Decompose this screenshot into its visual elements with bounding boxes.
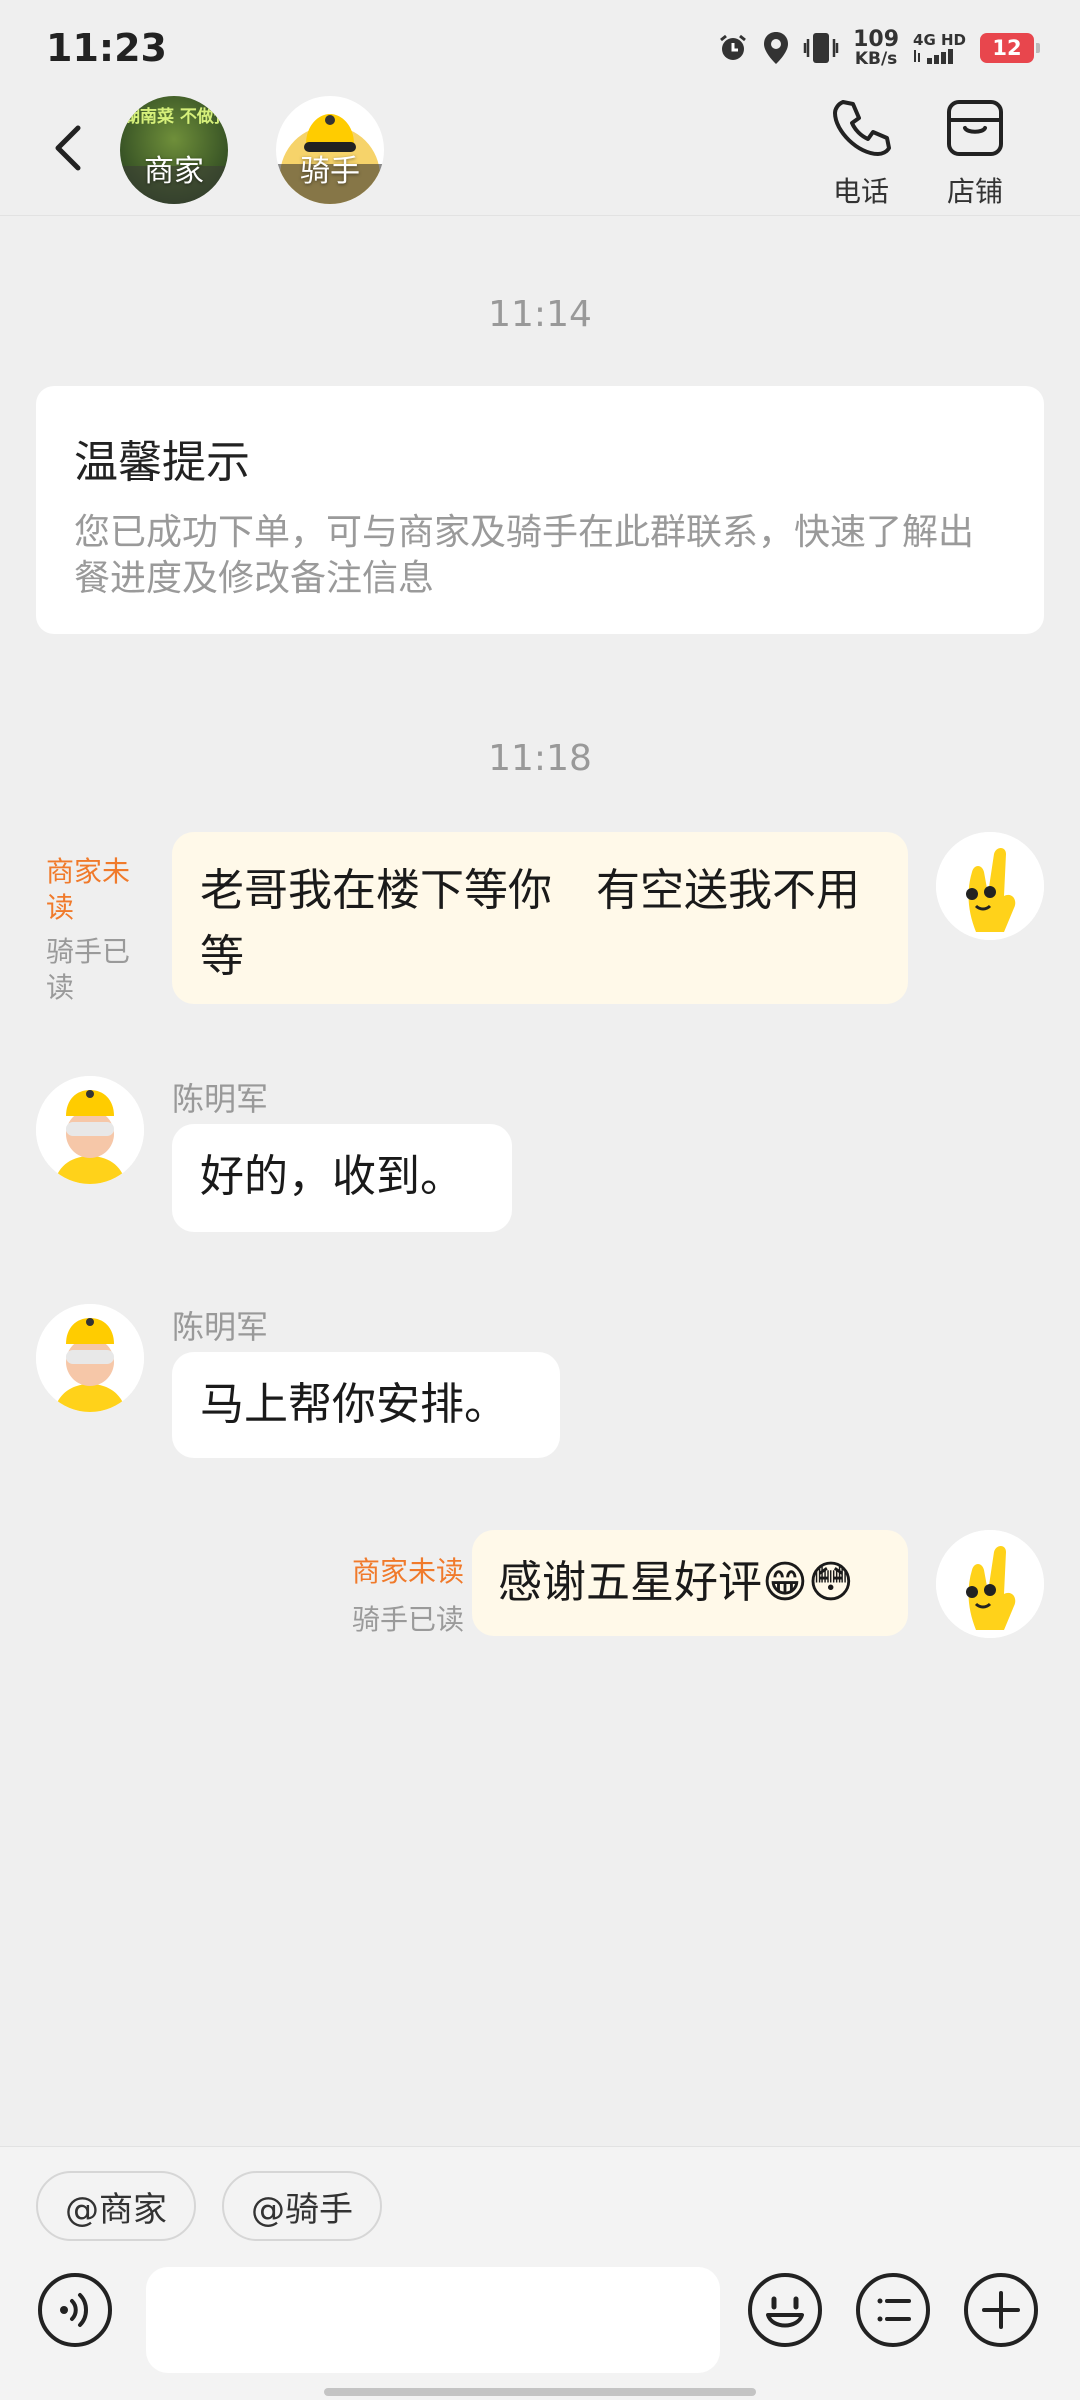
status-bar: 11:23 109 KB/s 4G HD 12 <box>0 0 1080 96</box>
phone-label: 电话 <box>832 175 889 208</box>
sender-name: 陈明军 <box>172 1080 269 1118</box>
merchant-avatar[interactable]: 现炒 湖南菜 不做预制菜 商家 <box>120 96 228 204</box>
tip-card: 温馨提示 您已成功下单，可与商家及骑手在此群联系，快速了解出餐进度及修改备注信息 <box>36 386 1044 634</box>
rider-avatar[interactable] <box>36 1076 144 1184</box>
vibrate-icon <box>803 33 839 63</box>
merchant-label: 商家 <box>144 154 204 189</box>
alarm-icon <box>720 34 747 60</box>
timestamp: 11:14 <box>488 294 592 335</box>
mention-merchant-button[interactable]: @商家 <box>36 2171 196 2241</box>
message-bubble[interactable]: 好的，收到。 <box>172 1124 512 1232</box>
quick-reply-icon[interactable] <box>854 2271 932 2349</box>
merchant-read-status: 商家未读 <box>46 855 131 924</box>
signal-indicator: 4G HD <box>913 30 966 64</box>
rider-read-status: 骑手已读 <box>46 935 131 1004</box>
mention-rider-button[interactable]: @骑手 <box>222 2171 382 2241</box>
signal-icon <box>914 48 954 64</box>
tip-title: 温馨提示 <box>74 437 250 488</box>
rider-avatar[interactable] <box>36 1304 144 1412</box>
status-icons: 109 KB/s 4G HD 12 <box>717 26 1040 69</box>
input-bar: @商家 @骑手 <box>0 2146 1080 2400</box>
tip-body: 您已成功下单，可与商家及骑手在此群联系，快速了解出餐进度及修改备注信息 <box>74 512 975 599</box>
emoji-icon[interactable] <box>746 2271 824 2349</box>
network-speed: 109 KB/s <box>853 26 900 69</box>
status-time: 11:23 <box>46 26 167 70</box>
location-icon <box>764 32 789 64</box>
merchant-read-status: 商家未读 <box>351 1555 464 1588</box>
speed-value: 109 <box>853 26 900 52</box>
message-bubble[interactable]: 马上帮你安排。 <box>172 1352 560 1458</box>
speed-unit: KB/s <box>854 48 898 69</box>
phone-button[interactable]: 电话 <box>816 96 906 210</box>
my-avatar[interactable] <box>936 1530 1044 1638</box>
hand-mascot-icon <box>936 832 1044 940</box>
battery-indicator: 12 <box>980 33 1040 63</box>
my-avatar[interactable] <box>936 832 1044 940</box>
message-bubble[interactable]: 感谢五星好评😁😳 <box>472 1530 908 1636</box>
back-arrow-icon[interactable] <box>40 118 100 178</box>
store-label: 店铺 <box>946 175 1003 208</box>
store-icon <box>947 100 1003 156</box>
rider-face-icon <box>36 1304 144 1412</box>
merchant-logo-text: 现炒 湖南菜 不做预制菜 <box>120 106 228 127</box>
hand-mascot-icon <box>936 1530 1044 1638</box>
store-button[interactable]: 店铺 <box>930 96 1020 210</box>
timestamp: 11:18 <box>488 738 592 779</box>
phone-icon <box>833 100 891 156</box>
chat-header: 现炒 湖南菜 不做预制菜 商家 骑手 电话 店铺 <box>0 96 1080 216</box>
rider-read-status: 骑手已读 <box>351 1603 464 1636</box>
home-indicator[interactable] <box>324 2388 756 2396</box>
rider-avatar[interactable]: 骑手 <box>276 96 384 204</box>
network-type: 4G HD <box>913 30 966 49</box>
message-bubble[interactable]: 老哥我在楼下等你 有空送我不用等 <box>172 832 908 1004</box>
sender-name: 陈明军 <box>172 1308 269 1346</box>
rider-face-icon <box>36 1076 144 1184</box>
voice-icon[interactable] <box>36 2271 114 2349</box>
message-input[interactable] <box>146 2267 720 2373</box>
add-icon[interactable] <box>962 2271 1040 2349</box>
rider-label: 骑手 <box>300 154 360 189</box>
